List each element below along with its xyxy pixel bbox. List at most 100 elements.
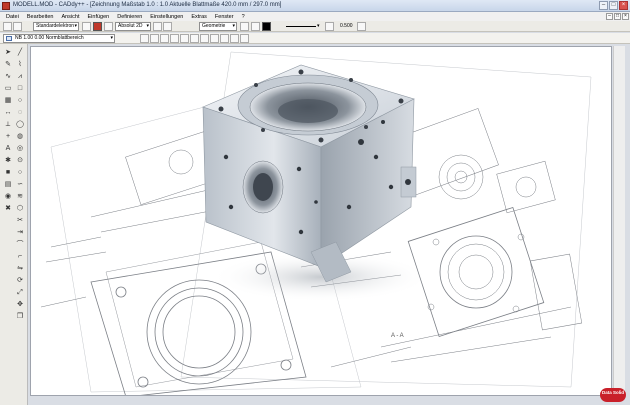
sheet-icon bbox=[6, 36, 12, 41]
drawing-canvas[interactable]: A - A bbox=[30, 46, 612, 396]
sheet-toolbar: NB 1.00 0.00 Normblattbereich ▾ bbox=[0, 33, 630, 44]
menu-bar: Datei Bearbeiten Ansicht Einfügen Defini… bbox=[0, 12, 630, 21]
mdi-restore-button[interactable]: □ bbox=[614, 13, 621, 20]
menu-definieren[interactable]: Definieren bbox=[113, 14, 146, 20]
layer-settings-icon[interactable] bbox=[82, 22, 91, 31]
mirror-icon[interactable]: ⇋ bbox=[15, 263, 25, 273]
pan-hand-icon[interactable] bbox=[180, 34, 189, 43]
color-icon[interactable]: ■ bbox=[3, 167, 13, 177]
zoom-all-icon[interactable] bbox=[220, 34, 229, 43]
redo-icon[interactable] bbox=[163, 22, 172, 31]
menu-datei[interactable]: Datei bbox=[2, 14, 23, 20]
mode-select[interactable]: Absolut 2D ▾ bbox=[115, 22, 151, 31]
layer-icon[interactable]: ▤ bbox=[3, 179, 13, 189]
arrow-icon[interactable]: ➤ bbox=[3, 47, 13, 57]
mdi-minimize-button[interactable]: – bbox=[606, 13, 613, 20]
offset-icon[interactable]: ≋ bbox=[15, 191, 25, 201]
circle-tangent-icon[interactable]: ◎ bbox=[15, 143, 25, 153]
move-icon[interactable]: ✥ bbox=[15, 299, 25, 309]
snap-point-icon[interactable] bbox=[140, 34, 149, 43]
brand-logo: Data Solid bbox=[600, 388, 626, 402]
pen-settings-icon[interactable] bbox=[104, 22, 113, 31]
app-icon bbox=[2, 2, 10, 10]
arc-icon[interactable]: ◌ bbox=[15, 107, 25, 117]
ellipse-icon[interactable]: ◯ bbox=[15, 119, 25, 129]
svg-text:A - A: A - A bbox=[391, 333, 404, 339]
arc-three-point-icon[interactable]: ◍ bbox=[15, 131, 25, 141]
fillet-icon[interactable]: ⌒ bbox=[15, 239, 25, 249]
rectangle-icon[interactable]: ▭ bbox=[3, 83, 13, 93]
zoom-window-icon[interactable] bbox=[210, 34, 219, 43]
chamfer-icon[interactable]: ⌐ bbox=[15, 251, 25, 261]
scale-icon[interactable]: ⤢ bbox=[15, 287, 25, 297]
mdi-close-button[interactable]: × bbox=[622, 13, 629, 20]
curve-icon[interactable]: ∿ bbox=[3, 71, 13, 81]
tool-palette: ➤ ╱ ✎ ⌇ ∿ ⩘ ▭ □ ▦ ○ ↔ ◌ ⟂ ◯ + ◍ A ◎ ✱ ⊙ … bbox=[0, 44, 28, 405]
color-swatch-red[interactable] bbox=[93, 22, 102, 31]
zoom-in-icon[interactable] bbox=[160, 34, 169, 43]
menu-einstellungen[interactable]: Einstellungen bbox=[146, 14, 187, 20]
cad-illustration: A - A bbox=[40, 51, 592, 395]
rotate-icon[interactable]: ⟳ bbox=[15, 275, 25, 285]
hatch-icon[interactable]: ▦ bbox=[3, 95, 13, 105]
group-select[interactable]: Geometrie ▾ bbox=[199, 22, 237, 31]
color-swatch-black[interactable] bbox=[262, 22, 271, 31]
close-button[interactable]: × bbox=[619, 1, 628, 10]
sheet-select[interactable]: NB 1.00 0.00 Normblattbereich ▾ bbox=[3, 34, 115, 43]
title-bar: MODELL.MOD - CADdy++ - [Zeichnung Maßsta… bbox=[0, 0, 630, 12]
square-icon[interactable]: □ bbox=[15, 83, 25, 93]
window-title: MODELL.MOD - CADdy++ - [Zeichnung Maßsta… bbox=[13, 2, 282, 8]
chevron-down-icon: ▾ bbox=[146, 23, 149, 29]
symbol-icon[interactable]: ✱ bbox=[3, 155, 13, 165]
linetype-icon[interactable] bbox=[357, 22, 366, 31]
open-file-icon[interactable] bbox=[13, 22, 22, 31]
copy-icon[interactable]: ❐ bbox=[15, 311, 25, 321]
refresh-icon[interactable] bbox=[230, 34, 239, 43]
undo-icon[interactable] bbox=[153, 22, 162, 31]
extend-icon[interactable]: ⇥ bbox=[15, 227, 25, 237]
line-icon[interactable]: ╱ bbox=[15, 47, 25, 57]
chevron-down-icon[interactable]: ▾ bbox=[317, 23, 320, 29]
redraw-icon[interactable] bbox=[200, 34, 209, 43]
delete-icon[interactable]: ✖ bbox=[3, 203, 13, 213]
line-style-preview[interactable] bbox=[286, 26, 316, 27]
circle-icon[interactable]: ○ bbox=[15, 95, 25, 105]
measure-icon[interactable]: ⟂ bbox=[3, 119, 13, 129]
layer-select[interactable]: Standardelektron ▾ bbox=[33, 22, 79, 31]
dimension-icon[interactable]: ↔ bbox=[3, 107, 13, 117]
menu-ansicht[interactable]: Ansicht bbox=[57, 14, 83, 20]
line-size-value[interactable]: 0.500 bbox=[340, 23, 353, 29]
polyline-icon[interactable]: ⌇ bbox=[15, 59, 25, 69]
menu-fenster[interactable]: Fenster bbox=[211, 14, 238, 20]
polygon-icon[interactable]: ⬡ bbox=[15, 203, 25, 213]
chevron-down-icon: ▾ bbox=[74, 23, 77, 29]
pencil-icon[interactable]: ✎ bbox=[3, 59, 13, 69]
menu-help[interactable]: ? bbox=[238, 14, 249, 20]
group-settings-icon[interactable] bbox=[240, 22, 249, 31]
chevron-down-icon: ▾ bbox=[232, 23, 235, 29]
snap-end-icon[interactable] bbox=[150, 34, 159, 43]
trim-icon[interactable]: ✂ bbox=[15, 215, 25, 225]
maximize-button[interactable]: □ bbox=[609, 1, 618, 10]
circle-radius-icon[interactable]: ○ bbox=[15, 167, 25, 177]
window-controls: – □ × bbox=[599, 1, 628, 10]
minimize-button[interactable]: – bbox=[599, 1, 608, 10]
circle-center-icon[interactable]: ⊙ bbox=[15, 155, 25, 165]
new-file-icon[interactable] bbox=[3, 22, 12, 31]
menu-bearbeiten[interactable]: Bearbeiten bbox=[23, 14, 58, 20]
menu-einfuegen[interactable]: Einfügen bbox=[84, 14, 114, 20]
menu-extras[interactable]: Extras bbox=[187, 14, 211, 20]
vertical-scrollbar[interactable] bbox=[613, 46, 625, 396]
zoom-out-icon[interactable] bbox=[170, 34, 179, 43]
grid-icon[interactable] bbox=[240, 34, 249, 43]
spline-icon[interactable]: ∽ bbox=[15, 179, 25, 189]
line-width-icon[interactable] bbox=[325, 22, 334, 31]
rotate-view-icon[interactable] bbox=[190, 34, 199, 43]
text-icon[interactable]: A bbox=[3, 143, 13, 153]
main-toolbar: Standardelektron ▾ Absolut 2D ▾ Geometrie ▾… bbox=[0, 21, 630, 32]
pen-icon[interactable] bbox=[251, 22, 260, 31]
eye-icon[interactable]: ◉ bbox=[3, 191, 13, 201]
crosshair-icon[interactable]: + bbox=[3, 131, 13, 141]
zigzag-icon[interactable]: ⩘ bbox=[15, 71, 25, 81]
chevron-down-icon: ▾ bbox=[110, 35, 113, 41]
